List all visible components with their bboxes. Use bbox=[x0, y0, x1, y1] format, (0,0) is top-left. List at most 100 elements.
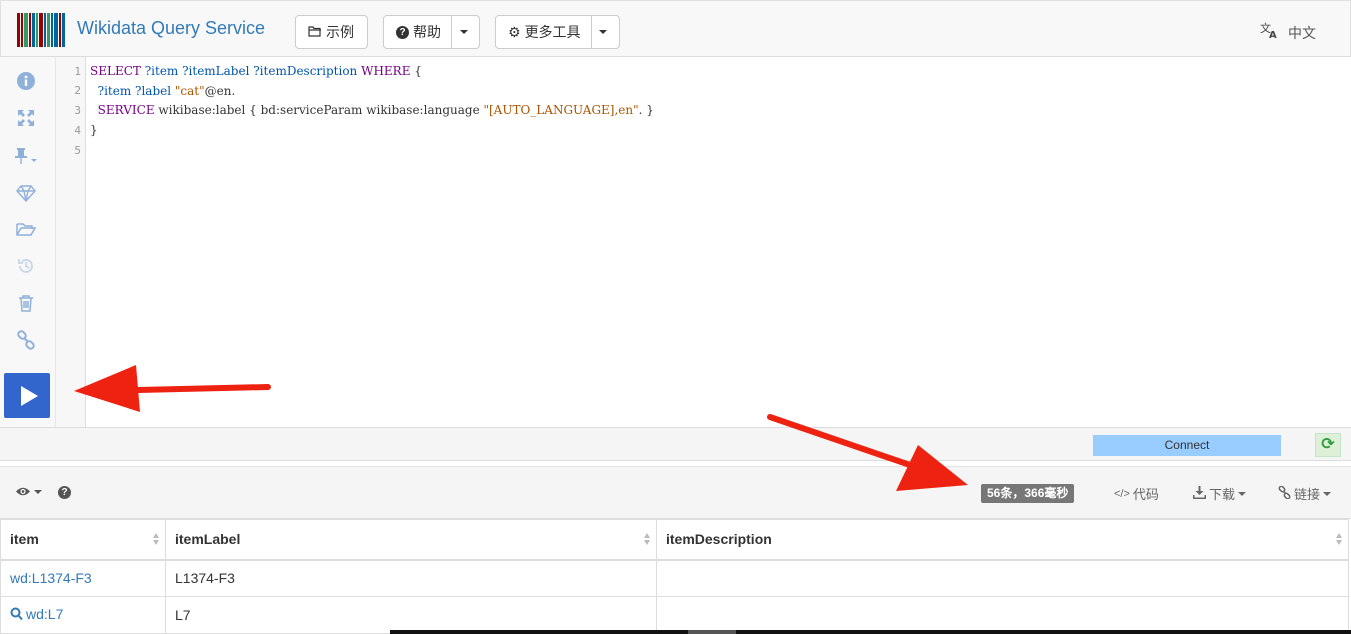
history-icon[interactable] bbox=[14, 254, 38, 278]
download-icon bbox=[1193, 485, 1206, 502]
download-button[interactable]: 下载 bbox=[1193, 484, 1247, 503]
column-label: item bbox=[10, 531, 39, 548]
keyword: SERVICE bbox=[97, 103, 155, 117]
taskbar-strip-highlight bbox=[688, 630, 736, 634]
folder-open-icon[interactable] bbox=[14, 217, 38, 241]
cell-itemlabel: L7 bbox=[165, 596, 657, 634]
string-literal: "[AUTO_LANGUAGE],en" bbox=[483, 103, 639, 117]
code-button[interactable]: </> 代码 bbox=[1114, 484, 1159, 503]
caret-down-icon bbox=[1238, 491, 1247, 496]
cell-item[interactable]: wd:L7 bbox=[0, 596, 166, 634]
punctuation: } bbox=[90, 123, 98, 137]
wikidata-logo[interactable] bbox=[17, 13, 67, 47]
line-number: 1 bbox=[74, 65, 81, 78]
code-line-1: SELECT ?item ?itemLabel ?itemDescription… bbox=[90, 62, 422, 81]
line-number: 5 bbox=[74, 144, 81, 157]
taskbar-strip bbox=[390, 630, 1351, 634]
column-header-item[interactable]: item bbox=[0, 519, 166, 561]
download-label: 下载 bbox=[1209, 487, 1236, 502]
table-row: wd:L1374-F3 L1374-F3 bbox=[0, 559, 1349, 597]
more-tools-dropdown-toggle[interactable] bbox=[590, 16, 615, 48]
column-label: itemLabel bbox=[175, 531, 241, 548]
navbar: Wikidata Query Service 示例 ? 帮助 ⚙ 更多工具 文A… bbox=[0, 0, 1351, 57]
line-number: 4 bbox=[74, 124, 81, 137]
cell-itemdescription bbox=[656, 559, 1349, 597]
column-header-itemdescription[interactable]: itemDescription bbox=[656, 519, 1349, 561]
string-literal: "cat" bbox=[174, 84, 205, 98]
results-toolbar: ? 56条，366毫秒 </> 代码 下载 链接 bbox=[0, 466, 1351, 519]
item-link[interactable]: wd:L7 bbox=[26, 606, 63, 622]
sort-icon[interactable] bbox=[153, 533, 159, 545]
code-line-2: ?item ?label "cat"@en. bbox=[90, 82, 236, 101]
keyword: SELECT bbox=[90, 64, 141, 78]
sort-icon[interactable] bbox=[644, 533, 650, 545]
query-toolbar bbox=[0, 57, 56, 427]
eye-icon bbox=[15, 484, 31, 500]
code-line-4: } bbox=[90, 121, 98, 140]
line-number: 3 bbox=[74, 104, 81, 117]
link-button[interactable]: 链接 bbox=[1278, 484, 1332, 503]
app-title[interactable]: Wikidata Query Service bbox=[77, 18, 265, 39]
code-label: 代码 bbox=[1132, 487, 1159, 502]
svg-text:A: A bbox=[1269, 30, 1277, 39]
caret-down-icon bbox=[599, 30, 608, 34]
caret-down-icon bbox=[34, 490, 42, 494]
punctuation: . } bbox=[638, 103, 654, 117]
gear-icon: ⚙ bbox=[508, 23, 521, 40]
help-button[interactable]: ? 帮助 bbox=[383, 15, 480, 49]
punctuation: { bbox=[410, 64, 422, 78]
variables: ?item ?itemLabel ?itemDescription bbox=[140, 64, 362, 78]
help-icon[interactable]: ? bbox=[58, 486, 71, 499]
line-number: 2 bbox=[74, 84, 81, 97]
variables: ?item ?label bbox=[97, 84, 175, 98]
examples-button[interactable]: 示例 bbox=[295, 15, 368, 49]
refresh-icon[interactable]: ⟳ bbox=[1315, 433, 1341, 457]
caret-down-icon bbox=[1323, 491, 1332, 496]
table-row: wd:L7 L7 bbox=[0, 596, 1349, 634]
translate-icon: 文A bbox=[1260, 21, 1280, 44]
item-link[interactable]: wd:L1374-F3 bbox=[10, 570, 92, 586]
code-line-3: SERVICE wikibase:label { bd:serviceParam… bbox=[90, 101, 654, 120]
column-header-itemlabel[interactable]: itemLabel bbox=[165, 519, 657, 561]
column-label: itemDescription bbox=[666, 531, 772, 548]
cell-itemlabel: L1374-F3 bbox=[165, 559, 657, 597]
caret-down-icon bbox=[459, 30, 468, 34]
connect-bar[interactable]: Connect bbox=[1093, 435, 1281, 456]
service-body: wikibase:label { bd:serviceParam wikibas… bbox=[154, 103, 484, 117]
search-icon[interactable] bbox=[10, 607, 23, 624]
language-selector[interactable]: 文A 中文 bbox=[1260, 21, 1316, 44]
link-label: 链接 bbox=[1294, 487, 1321, 502]
table-header-row: item itemLabel itemDescription bbox=[0, 519, 1349, 561]
link-icon bbox=[1278, 485, 1291, 502]
more-tools-button[interactable]: ⚙ 更多工具 bbox=[495, 15, 620, 49]
display-mode-selector[interactable] bbox=[15, 484, 42, 500]
code-icon: </> bbox=[1114, 487, 1130, 500]
status-bar: Connect ⟳ bbox=[0, 427, 1351, 461]
annotation-arrow-left bbox=[74, 365, 271, 412]
info-icon[interactable] bbox=[14, 69, 38, 93]
language-label: 中文 bbox=[1288, 24, 1316, 41]
sort-icon[interactable] bbox=[1336, 533, 1342, 545]
cell-item[interactable]: wd:L1374-F3 bbox=[0, 559, 166, 597]
examples-label: 示例 bbox=[326, 24, 354, 40]
play-icon bbox=[20, 385, 38, 406]
gem-icon[interactable] bbox=[14, 181, 38, 205]
annotation-arrow-right bbox=[767, 414, 968, 491]
link-icon[interactable] bbox=[14, 328, 38, 352]
keyword: WHERE bbox=[361, 64, 411, 78]
folder-icon bbox=[308, 24, 322, 40]
help-label: 帮助 bbox=[413, 24, 441, 40]
cell-itemdescription bbox=[656, 596, 1349, 634]
help-dropdown-toggle[interactable] bbox=[451, 16, 475, 48]
results-table: item itemLabel itemDescription wd:L1374-… bbox=[0, 519, 1349, 634]
run-query-button[interactable] bbox=[4, 373, 50, 418]
result-count-badge: 56条，366毫秒 bbox=[981, 484, 1075, 503]
more-tools-label: 更多工具 bbox=[524, 24, 581, 40]
punctuation: @en. bbox=[204, 84, 236, 98]
pin-icon[interactable] bbox=[12, 144, 40, 168]
expand-icon[interactable] bbox=[14, 106, 38, 130]
trash-icon[interactable] bbox=[14, 291, 38, 315]
question-circle-icon: ? bbox=[396, 25, 409, 39]
